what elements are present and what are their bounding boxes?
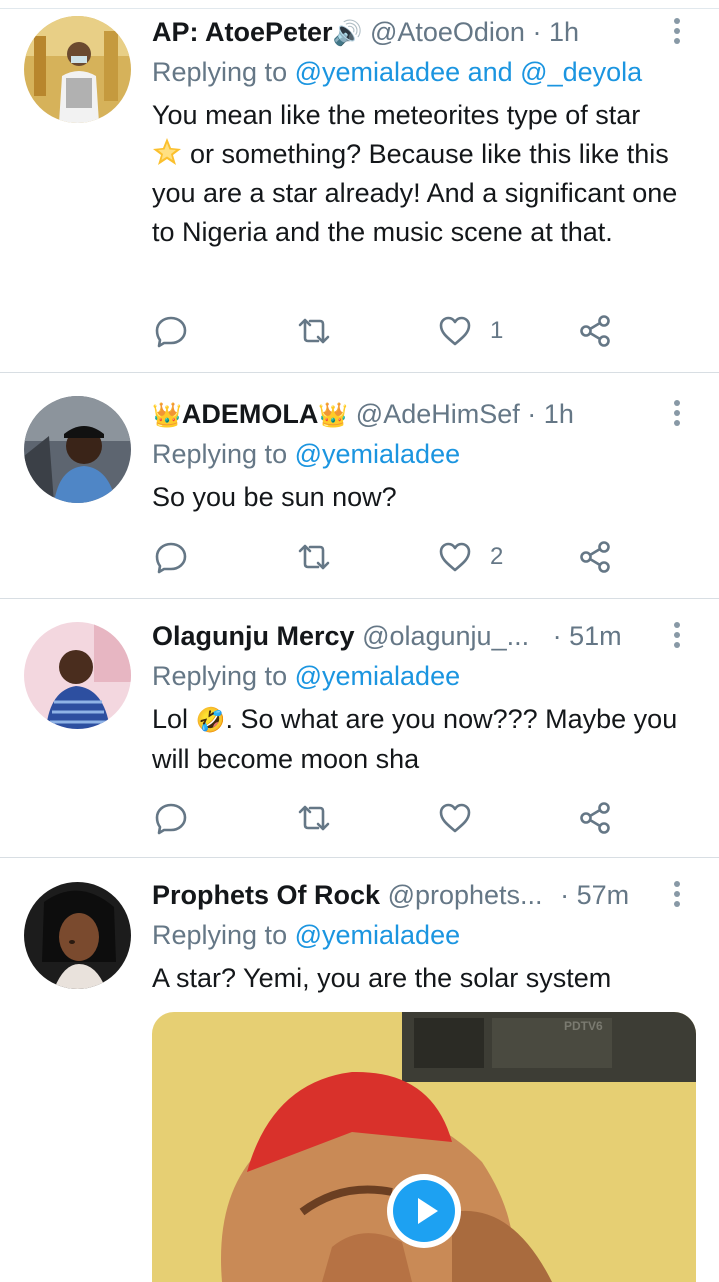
avatar[interactable]: [24, 396, 131, 503]
action-bar: [152, 798, 622, 838]
avatar[interactable]: [24, 16, 131, 123]
tweet-text: You mean like the meteorites type of sta…: [152, 96, 695, 252]
replying-prefix: Replying to: [152, 920, 288, 950]
heart-icon: [439, 316, 471, 346]
tweet-text-rest: or something? Because like this like thi…: [152, 138, 678, 247]
speaker-emoji: 🔊: [332, 19, 363, 47]
like-button[interactable]: [438, 798, 472, 838]
reply-button[interactable]: [154, 311, 188, 351]
replying-to: Replying to @yemialadee and @_deyola: [152, 52, 695, 92]
mention-link[interactable]: @yemialadee: [295, 661, 461, 691]
author-handle[interactable]: @olagunju_...: [362, 621, 529, 651]
author-name[interactable]: ADEMOLA: [182, 399, 319, 429]
separator-dot: ·: [552, 621, 562, 651]
retweet-icon: [298, 544, 330, 570]
author-handle[interactable]: @AdeHimSef: [356, 399, 520, 429]
share-button[interactable]: [578, 311, 612, 351]
tweet-2[interactable]: 👑ADEMOLA👑 @AdeHimSef · 1h Replying to @y…: [0, 373, 719, 599]
separator-dot: ·: [532, 17, 542, 47]
more-vertical-icon[interactable]: [659, 400, 695, 430]
avatar-image: [24, 882, 131, 989]
retweet-button[interactable]: [297, 537, 331, 577]
share-icon: [580, 802, 610, 834]
retweet-icon: [298, 318, 330, 344]
reply-icon: [155, 316, 187, 348]
glowing-star-icon: [153, 138, 181, 165]
author-handle[interactable]: @prophets...: [388, 880, 543, 910]
more-vertical-icon[interactable]: [659, 881, 695, 911]
replying-to: Replying to @yemialadee: [152, 434, 695, 474]
author-name[interactable]: Olagunju Mercy: [152, 621, 355, 651]
avatar[interactable]: [24, 622, 131, 729]
timestamp[interactable]: 1h: [544, 399, 574, 429]
separator-dot: ·: [527, 399, 537, 429]
share-icon: [580, 315, 610, 347]
reply-icon: [155, 542, 187, 574]
retweet-icon: [298, 805, 330, 831]
play-icon: [393, 1180, 455, 1242]
author-handle[interactable]: @AtoeOdion: [370, 17, 525, 47]
tweet-text-line-1: You mean like the meteorites type of sta…: [152, 100, 641, 130]
share-button[interactable]: [578, 798, 612, 838]
video-thumbnail[interactable]: PDTV6: [152, 1012, 696, 1282]
heart-icon: [439, 803, 471, 833]
mention-link[interactable]: @yemialadee: [295, 920, 461, 950]
timestamp[interactable]: 1h: [549, 17, 579, 47]
mention-link[interactable]: @yemialadee and @_deyola: [295, 57, 643, 87]
timestamp[interactable]: 51m: [569, 621, 622, 651]
play-button[interactable]: [387, 1174, 461, 1248]
avatar-image: [24, 396, 131, 503]
avatar-image: [24, 16, 131, 123]
timestamp[interactable]: 57m: [577, 880, 630, 910]
like-button[interactable]: 1: [438, 311, 503, 351]
rofl-emoji: 🤣: [195, 706, 226, 734]
tweet-text: A star? Yemi, you are the solar system: [152, 963, 612, 993]
tweet-text: Lol 🤣. So what are you now??? Maybe you …: [152, 704, 678, 774]
tweet-1[interactable]: AP: AtoePeter🔊 @AtoeOdion · 1h Replying …: [0, 9, 719, 373]
tweet-text: So you be sun now?: [152, 482, 397, 512]
like-button[interactable]: 2: [438, 537, 503, 577]
replying-prefix: Replying to: [152, 57, 288, 87]
top-divider: [0, 0, 719, 9]
more-vertical-icon[interactable]: [659, 18, 695, 48]
action-bar: 1: [152, 311, 622, 351]
share-button[interactable]: [578, 537, 612, 577]
heart-icon: [439, 542, 471, 572]
crown-emoji: 👑: [152, 401, 182, 429]
replying-to: Replying to @yemialadee: [152, 656, 695, 696]
avatar[interactable]: [24, 882, 131, 989]
author-name[interactable]: Prophets Of Rock: [152, 880, 380, 910]
replying-prefix: Replying to: [152, 661, 288, 691]
retweet-button[interactable]: [297, 311, 331, 351]
reply-icon: [155, 803, 187, 835]
crown-emoji: 👑: [318, 401, 349, 429]
mention-link[interactable]: @yemialadee: [295, 439, 461, 469]
more-vertical-icon[interactable]: [659, 622, 695, 652]
replying-to: Replying to @yemialadee: [152, 915, 695, 955]
separator-dot: ·: [560, 880, 570, 910]
share-icon: [580, 541, 610, 573]
replying-prefix: Replying to: [152, 439, 288, 469]
retweet-button[interactable]: [297, 798, 331, 838]
like-count: 2: [490, 543, 504, 570]
like-count: 1: [490, 317, 504, 344]
reply-button[interactable]: [154, 798, 188, 838]
tweet-3[interactable]: Olagunju Mercy @olagunju_... · 51m Reply…: [0, 599, 719, 858]
watermark: PDTV6: [564, 1019, 603, 1033]
action-bar: 2: [152, 537, 622, 577]
avatar-image: [24, 622, 131, 729]
reply-button[interactable]: [154, 537, 188, 577]
author-name[interactable]: AP: AtoePeter: [152, 17, 333, 47]
